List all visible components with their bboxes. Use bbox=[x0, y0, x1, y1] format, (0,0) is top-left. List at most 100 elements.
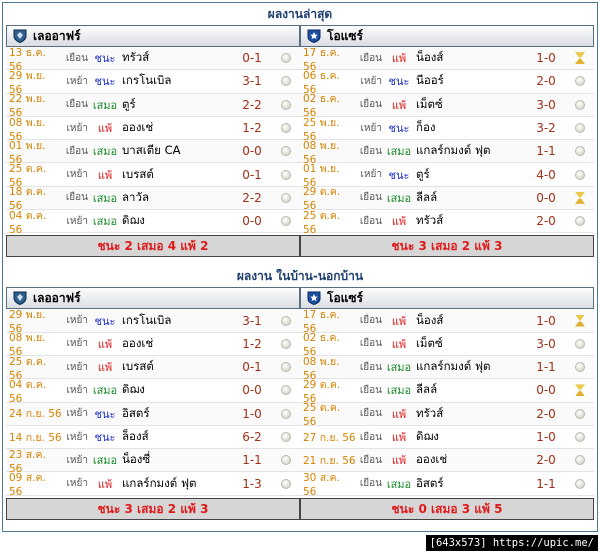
match-opponent[interactable]: เม็ตซ์ bbox=[416, 335, 526, 353]
match-opponent[interactable]: เกรโนเบิล bbox=[122, 312, 232, 330]
ball-icon[interactable] bbox=[566, 146, 594, 157]
match-score: 1-0 bbox=[536, 430, 556, 444]
ball-icon[interactable] bbox=[566, 123, 594, 134]
hourglass-icon[interactable] bbox=[566, 384, 594, 397]
ball-icon[interactable] bbox=[272, 385, 300, 396]
ball-icon[interactable] bbox=[272, 53, 300, 64]
match-opponent[interactable]: แกลร์กมงต์ ฟุต bbox=[416, 142, 526, 160]
ball-glyph bbox=[281, 455, 291, 466]
match-opponent[interactable]: บาสเตีย CA bbox=[122, 142, 232, 160]
match-opponent[interactable]: อิสตร์ bbox=[416, 475, 526, 493]
ball-icon[interactable] bbox=[272, 362, 300, 373]
ball-icon[interactable] bbox=[566, 338, 594, 349]
match-score: 1-1 bbox=[536, 476, 556, 491]
ball-icon[interactable] bbox=[566, 478, 594, 489]
ball-glyph bbox=[575, 146, 585, 157]
match-opponent[interactable]: เกรโนเบิล bbox=[122, 72, 232, 90]
match-opponent[interactable]: ดิฌง bbox=[122, 212, 232, 230]
match-opponent[interactable]: อิสตร์ bbox=[122, 405, 232, 423]
match-row[interactable]: 04 ต.ค. 56 เหย้า เสมอ ดิฌง 0-0 bbox=[6, 379, 300, 405]
match-opponent[interactable]: แกลร์กมงต์ ฟุต bbox=[122, 475, 232, 493]
match-opponent[interactable]: เบรสต์ bbox=[122, 166, 232, 184]
match-opponent[interactable]: เบรสต์ bbox=[122, 358, 232, 376]
match-opponent[interactable]: เม็ตซ์ bbox=[416, 96, 526, 114]
ball-icon[interactable] bbox=[272, 216, 300, 227]
match-opponent[interactable]: อองเช่ bbox=[416, 451, 526, 469]
hourglass-icon[interactable] bbox=[566, 52, 594, 65]
ball-icon[interactable] bbox=[272, 478, 300, 489]
match-opponent[interactable]: ลีลล์ bbox=[416, 189, 526, 207]
match-opponent[interactable]: อองเช่ bbox=[122, 335, 232, 353]
ball-icon[interactable] bbox=[566, 408, 594, 419]
ball-icon[interactable] bbox=[272, 432, 300, 442]
ball-icon[interactable] bbox=[566, 169, 594, 180]
match-opponent[interactable]: นีออร์ bbox=[416, 72, 526, 90]
match-venue: เหย้า bbox=[66, 122, 88, 134]
match-score: 0-1 bbox=[242, 167, 262, 182]
match-opponent[interactable]: ตูร์ bbox=[416, 166, 526, 184]
match-opponent[interactable]: แกลร์กมงต์ ฟุต bbox=[416, 358, 526, 376]
match-row[interactable]: 24 ก.ย. 56 เหย้า ชนะ อิสตร์ 1-0 bbox=[6, 402, 300, 426]
match-row[interactable]: 25 ต.ค. 56 เยือน แพ้ ทรัวส์ 2-0 bbox=[300, 402, 594, 428]
match-row[interactable]: 09 ส.ค. 56 เหย้า แพ้ แกลร์กมงต์ ฟุต 1-3 bbox=[6, 472, 300, 498]
ball-icon[interactable] bbox=[272, 146, 300, 157]
match-opponent[interactable]: ดิฌง bbox=[416, 428, 526, 446]
ball-icon[interactable] bbox=[272, 315, 300, 326]
match-opponent[interactable]: น็องซี่ bbox=[122, 451, 232, 469]
ball-icon[interactable] bbox=[566, 99, 594, 110]
match-result: เสมอ bbox=[92, 98, 118, 112]
ball-icon[interactable] bbox=[272, 192, 300, 203]
match-opponent[interactable]: ทรัวส์ bbox=[416, 405, 526, 423]
match-score: 3-0 bbox=[536, 336, 556, 351]
match-result: ชนะ bbox=[388, 75, 410, 89]
match-opponent[interactable]: อองเช่ bbox=[122, 119, 232, 137]
match-opponent[interactable]: ลาวัล bbox=[122, 189, 232, 207]
match-row[interactable]: 04 ต.ค. 56 เหย้า เสมอ ดิฌง 0-0 bbox=[6, 210, 300, 236]
team-name: เลออาฟร์ bbox=[33, 290, 81, 305]
match-opponent[interactable]: ทรัวส์ bbox=[416, 212, 526, 230]
match-list: 13 ธ.ค. 56 เยือน ชนะ ทรัวส์ 0-1 29 พ.ย. 56 เหย… bbox=[6, 47, 300, 236]
match-row[interactable]: 30 ส.ค. 56 เยือน เสมอ อิสตร์ 1-1 bbox=[300, 472, 594, 498]
match-opponent[interactable]: น็องส์ bbox=[416, 312, 526, 330]
match-opponent[interactable]: ลีลล์ bbox=[416, 381, 526, 399]
match-opponent[interactable]: ก็อง bbox=[416, 119, 526, 137]
ball-icon[interactable] bbox=[272, 76, 300, 87]
match-result: แพ้ bbox=[97, 361, 113, 375]
match-row[interactable]: 27 ก.ย. 56 เยือน แพ้ ดิฌง 1-0 bbox=[300, 425, 594, 450]
match-venue: เหย้า bbox=[66, 408, 88, 420]
ball-icon[interactable] bbox=[272, 169, 300, 180]
match-result: ชนะ bbox=[388, 122, 410, 136]
match-date: 24 ก.ย. 56 bbox=[9, 408, 62, 421]
ball-icon[interactable] bbox=[566, 455, 594, 466]
ball-icon[interactable] bbox=[566, 362, 594, 373]
match-venue: เหย้า bbox=[66, 315, 88, 327]
ball-glyph bbox=[281, 53, 291, 64]
match-venue: เหย้า bbox=[360, 169, 382, 181]
match-venue: เยือน bbox=[359, 338, 382, 350]
ball-icon[interactable] bbox=[566, 432, 594, 442]
ball-icon[interactable] bbox=[272, 123, 300, 134]
match-row[interactable]: 25 ต.ค. 56 เยือน แพ้ ทรัวส์ 2-0 bbox=[300, 210, 594, 236]
ball-icon[interactable] bbox=[566, 216, 594, 227]
ball-icon[interactable] bbox=[272, 99, 300, 110]
match-opponent[interactable]: ล็องส์ bbox=[122, 428, 232, 446]
match-opponent[interactable]: ตูร์ bbox=[122, 96, 232, 114]
hourglass-glyph bbox=[575, 191, 585, 204]
match-venue: เยือน bbox=[359, 145, 382, 157]
match-opponent[interactable]: ทรัวส์ bbox=[122, 49, 232, 67]
hourglass-icon[interactable] bbox=[566, 314, 594, 327]
match-result: แพ้ bbox=[391, 454, 407, 468]
hourglass-icon[interactable] bbox=[566, 191, 594, 204]
team-name: โอแซร์ bbox=[327, 28, 363, 43]
ball-icon[interactable] bbox=[272, 408, 300, 419]
match-opponent[interactable]: น็องส์ bbox=[416, 49, 526, 67]
match-score: 6-2 bbox=[242, 430, 262, 444]
match-opponent[interactable]: ดิฌง bbox=[122, 381, 232, 399]
ball-icon[interactable] bbox=[566, 76, 594, 87]
match-venue: เหย้า bbox=[66, 454, 88, 466]
ball-glyph bbox=[575, 408, 585, 419]
ball-glyph bbox=[575, 338, 585, 349]
match-score: 1-2 bbox=[242, 336, 262, 351]
ball-icon[interactable] bbox=[272, 455, 300, 466]
ball-icon[interactable] bbox=[272, 338, 300, 349]
